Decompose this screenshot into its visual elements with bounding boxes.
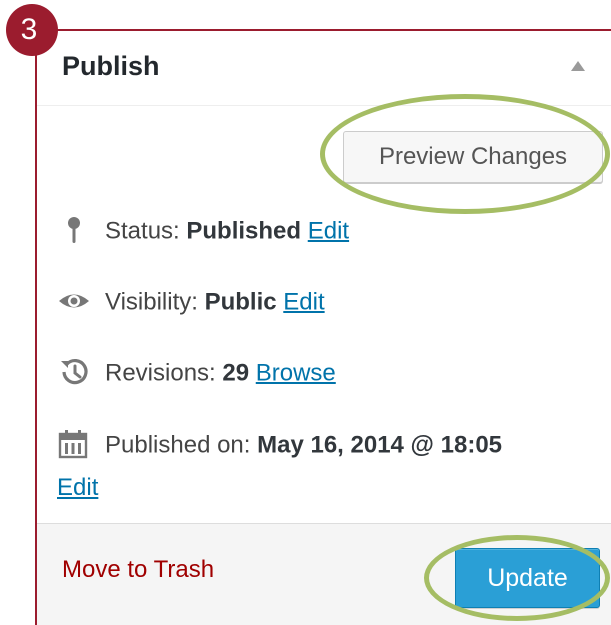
move-to-trash-link[interactable]: Move to Trash [62,556,214,584]
screenshot-stage: 3 Publish Preview Changes Status: Publis… [0,0,611,625]
edit-publish-date-link[interactable]: Edit [57,474,98,502]
calendar-icon [58,430,88,459]
status-row: Status: Published Edit [57,217,349,247]
preview-changes-button[interactable]: Preview Changes [343,131,603,183]
publish-meta-box: Publish Preview Changes Status: Publishe… [37,31,611,625]
revisions-count: 29 [222,359,250,387]
status-value: Published [186,217,302,245]
visibility-value: Public [204,288,277,316]
triangle-up-icon[interactable] [571,61,585,71]
visibility-label: Visibility: [105,288,205,316]
eye-icon [59,294,89,308]
publish-actions-footer: Move to Trash Update [37,523,611,625]
publish-box-title: Publish [62,51,160,81]
revisions-label: Revisions: [105,359,223,387]
edit-visibility-link[interactable]: Edit [283,288,324,315]
browse-revisions-link[interactable]: Browse [256,359,336,386]
published-on-label: Published on: [105,431,258,459]
published-on-value: May 16, 2014 @ 18:05 [257,431,503,459]
revisions-row: Revisions: 29 Browse [57,358,336,389]
visibility-row: Visibility: Public Edit [57,288,325,318]
edit-status-link[interactable]: Edit [308,217,349,244]
update-button[interactable]: Update [455,548,600,608]
pin-icon [68,217,80,243]
published-on-row: Published on: May 16, 2014 @ 18:05 [57,430,503,461]
history-icon [61,358,88,385]
step-number-badge: 3 [6,4,58,56]
publish-box-header[interactable]: Publish [37,31,611,106]
status-label: Status: [105,217,187,245]
